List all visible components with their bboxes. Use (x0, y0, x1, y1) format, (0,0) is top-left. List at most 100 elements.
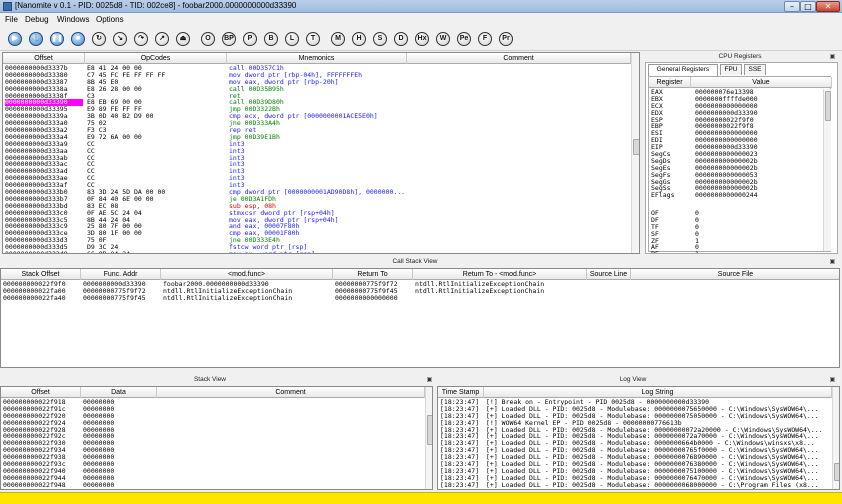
register-row[interactable]: SegGs 000000000000002b (651, 179, 821, 186)
menu-file[interactable]: File (5, 15, 18, 24)
column-mnemonics[interactable]: Mnemonics (227, 53, 407, 64)
menu-debug[interactable]: Debug (25, 15, 49, 24)
disassembly-row[interactable]: 0000000000d333aa CC int3 (3, 148, 629, 155)
disassembly-row[interactable]: 0000000000d333ac CC int3 (3, 161, 629, 168)
log-scrollbar[interactable] (832, 387, 839, 489)
column-value[interactable]: Value (691, 77, 832, 88)
register-row[interactable]: EBP 00000000022f9f8 (651, 123, 821, 130)
handles-button[interactable]: H (352, 32, 366, 46)
start-debug-button[interactable]: ▶ (8, 32, 22, 46)
flag-row[interactable]: TF 0 (651, 224, 821, 231)
restart-button[interactable]: ↻ (92, 32, 106, 46)
disassembly-row[interactable]: 0000000000d333a2 F3 C3 rep ret (3, 127, 629, 134)
column-opcodes[interactable]: OpCodes (85, 53, 227, 64)
disassembly-row[interactable]: 0000000000d333c0 0F AE 5C 24 04 stmxcsr dw… (3, 210, 629, 217)
scrollbar-thumb[interactable] (427, 415, 432, 445)
call-stack-row[interactable]: 000000000022f9f0 0000000000d33390 foobar20… (1, 281, 839, 288)
flag-row[interactable]: DF 0 (651, 217, 821, 224)
column-stack-offset[interactable]: Stack Offset (1, 269, 81, 280)
log-row[interactable]: [18:23:47] [+] Loaded DLL - PID: 0025d8 -… (438, 413, 830, 420)
step-out-button[interactable]: ↗ (155, 32, 169, 46)
stack-row[interactable]: 000000000022f92c 00000000 (1, 433, 423, 440)
register-row[interactable]: ESI 0000000000000000 (651, 130, 821, 137)
log-row[interactable]: [18:23:47] [+] Loaded DLL - PID: 0025d8 -… (438, 482, 830, 489)
disassembly-row[interactable]: 0000000000d333d5 D9 3C 24 fstcw word ptr [… (3, 244, 629, 251)
disassembly-row[interactable]: 0000000000d333a9 CC int3 (3, 141, 629, 148)
register-scrollbar[interactable] (823, 89, 831, 251)
log-row[interactable]: [18:23:47] [+] Loaded DLL - PID: 0025d8 -… (438, 433, 830, 440)
disassembly-row[interactable]: 0000000000d333b7 0F 84 40 6E 00 00 je 00D3… (3, 196, 629, 203)
disassembly-row[interactable]: 0000000000d333a4 E9 72 6A 00 00 jmp 00D39E… (3, 134, 629, 141)
register-row[interactable]: EIP 0000000000d33390 (651, 144, 821, 151)
stack-scrollbar[interactable] (425, 387, 432, 489)
register-row[interactable]: ECX 0000000000000000 (651, 103, 821, 110)
step-over-button[interactable]: ↷ (134, 32, 148, 46)
register-row[interactable]: EDI 0000000000000000 (651, 137, 821, 144)
flag-row[interactable]: OF 0 (651, 210, 821, 217)
log-row[interactable]: [18:23:47] [!] Break on - Entrypoint - PI… (438, 399, 830, 406)
log-button[interactable]: L (285, 32, 299, 46)
call-stack-view[interactable]: Stack Offset Func. Addr <mod.func> Retur… (0, 268, 840, 368)
stop-button[interactable]: ■ (71, 32, 85, 46)
attach-button[interactable]: ⚓ (29, 32, 43, 46)
log-row[interactable]: [18:23:47] [+] Loaded DLL - PID: 0025d8 -… (438, 406, 830, 413)
trace-button[interactable]: T (306, 32, 320, 46)
memory-button[interactable]: M (331, 32, 345, 46)
column-func-addr[interactable]: Func. Addr (81, 269, 161, 280)
flag-row[interactable]: ZF 1 (651, 238, 821, 245)
register-row[interactable]: SegEs 000000000000002b (651, 165, 821, 172)
column-comment[interactable]: Comment (157, 387, 425, 398)
stack-row[interactable]: 000000000022f944 00000000 (1, 475, 423, 482)
strings-button[interactable]: S (373, 32, 387, 46)
column-source-line[interactable]: Source Line (587, 269, 631, 280)
call-stack-row[interactable]: 000000000022fa40 00000000775f9f45 ntdll.Rt… (1, 295, 839, 302)
stack-view[interactable]: Offset Data Comment 000000000022f918 0000… (0, 386, 433, 490)
disassembly-row[interactable]: 0000000000d333ae CC int3 (3, 175, 629, 182)
disassembly-row[interactable]: 0000000000d3339a 3B 0D 40 B2 D9 00 cmp ecx… (3, 113, 629, 120)
close-button[interactable]: ✕ (816, 1, 840, 12)
detach-button[interactable]: ⏏ (176, 32, 190, 46)
disassembly-row[interactable]: 0000000000d3338f C3 ret (3, 93, 629, 100)
step-in-button[interactable]: ↘ (113, 32, 127, 46)
minimize-button[interactable]: – (784, 1, 800, 12)
column-source-file[interactable]: Source File (631, 269, 839, 280)
log-row[interactable]: [18:23:47] [!] WOW64 Kernel EP - PID 0025… (438, 420, 830, 427)
column-comment[interactable]: Comment (407, 53, 631, 64)
pause-button[interactable]: ❚❚ (50, 32, 64, 46)
disassembly-row[interactable]: 0000000000d333ab CC int3 (3, 155, 629, 162)
register-row[interactable]: EBX 0000000ffffde000 (651, 96, 821, 103)
disassembly-row[interactable]: 0000000000d333ce 3D 80 1F 00 00 cmp eax, 0… (3, 230, 629, 237)
disassembly-row[interactable]: 0000000000d33380 C7 45 FC FE FF FF FF mov … (3, 72, 629, 79)
disassembly-row[interactable]: 0000000000d333bd 83 EC 08 sub esp, 08h (3, 203, 629, 210)
windows-button[interactable]: W (436, 32, 450, 46)
scrollbar-thumb[interactable] (834, 463, 839, 481)
flag-row[interactable]: SF 0 (651, 231, 821, 238)
menu-options[interactable]: Options (96, 15, 124, 24)
disassembly-row[interactable]: 0000000000d333d3 75 0F jne 00D333E4h (3, 237, 629, 244)
stack-row[interactable]: 000000000022f924 00000000 (1, 420, 423, 427)
tab-sse[interactable]: SSE (744, 64, 766, 75)
log-row[interactable]: [18:23:47] [+] Loaded DLL - PID: 0025d8 -… (438, 475, 830, 482)
stack-row[interactable]: 000000000022f930 00000000 (1, 440, 423, 447)
log-row[interactable]: [18:23:47] [+] Loaded DLL - PID: 0025d8 -… (438, 454, 830, 461)
call-stack-row[interactable]: 000000000022fa00 00000000775f9f72 ntdll.Rt… (1, 288, 839, 295)
register-row[interactable]: EAX 000000076e13398 (651, 89, 821, 96)
stack-row[interactable]: 000000000022f91c 00000000 (1, 406, 423, 413)
stack-row[interactable]: 000000000022f948 00000000 (1, 482, 423, 489)
stack-row[interactable]: 000000000022f938 00000000 (1, 454, 423, 461)
column-offset[interactable]: Offset (1, 387, 81, 398)
flag-row[interactable]: PF 1 (651, 251, 821, 253)
scrollbar-thumb[interactable] (825, 91, 831, 121)
stack-row[interactable]: 000000000022f928 00000000 (1, 427, 423, 434)
breakpoint-button[interactable]: B (264, 32, 278, 46)
tab-fpu[interactable]: FPU (720, 64, 742, 75)
log-row[interactable]: [18:23:47] [+] Loaded DLL - PID: 0025d8 -… (438, 447, 830, 454)
log-view[interactable]: Time Stamp Log String [18:23:47] [!] Brea… (437, 386, 840, 490)
maximize-button[interactable]: □ (800, 1, 816, 12)
pin-icon[interactable]: ▣ (829, 258, 836, 265)
disassembly-row[interactable]: 0000000000d3337b E8 41 24 00 00 call 00D35… (3, 65, 629, 72)
stack-row[interactable]: 000000000022f934 00000000 (1, 447, 423, 454)
disassembly-scrollbar[interactable] (631, 53, 639, 253)
disassembly-row[interactable]: 0000000000d333af CC int3 (3, 182, 629, 189)
column-data[interactable]: Data (81, 387, 157, 398)
